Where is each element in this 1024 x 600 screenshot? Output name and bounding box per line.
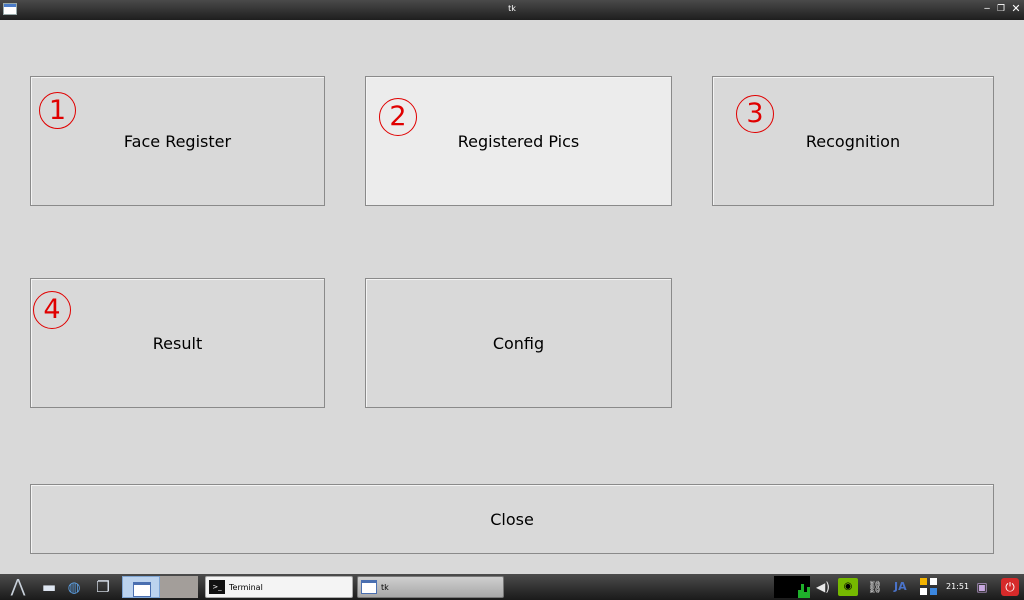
folder-icon[interactable]: ▬ (38, 577, 60, 597)
browser-icon[interactable]: ◍ (63, 577, 85, 597)
menu-icon[interactable]: ⋀ (4, 577, 32, 597)
nvidia-icon[interactable]: ◉ (838, 578, 858, 596)
desktop-2-button[interactable] (160, 576, 198, 598)
window-title: tk (508, 4, 516, 13)
close-window-button[interactable]: ✕ (1009, 2, 1023, 16)
lock-icon[interactable]: ▣ (972, 577, 992, 597)
annotation-mark-4: 4 (33, 291, 71, 329)
annotation-mark-1: 1 (39, 92, 76, 129)
window-title-bar[interactable]: tk ‒ ❐ ✕ (0, 0, 1024, 20)
close-button[interactable]: Close (30, 484, 994, 554)
grid-icon[interactable] (918, 577, 940, 597)
ime-indicator[interactable]: JA (894, 578, 907, 596)
result-button[interactable]: Result (30, 278, 325, 408)
cpu-graph (774, 576, 810, 598)
taskbar: ⋀ ▬ ◍ ❐ >_ Terminal tk ◀) ◉ ⛓ JA 21:51 ▣… (0, 574, 1024, 600)
terminal-icon: >_ (209, 580, 225, 594)
desktop-1-button[interactable] (122, 576, 160, 598)
annotation-mark-2: 2 (379, 98, 417, 136)
registered-pics-button[interactable]: Registered Pics (365, 76, 672, 206)
config-button[interactable]: Config (365, 278, 672, 408)
taskbar-item-terminal[interactable]: >_ Terminal (205, 576, 353, 598)
annotation-mark-3: 3 (736, 95, 774, 133)
windows-icon[interactable]: ❐ (92, 577, 114, 597)
main-panel: Face Register Registered Pics Recognitio… (0, 20, 1024, 574)
network-icon[interactable]: ⛓ (864, 577, 886, 597)
window-icon (361, 580, 377, 594)
minimize-button[interactable]: ‒ (980, 2, 994, 16)
volume-icon[interactable]: ◀) (814, 577, 832, 597)
taskbar-item-label: tk (381, 582, 389, 592)
taskbar-item-label: Terminal (229, 582, 263, 592)
power-icon[interactable]: ⏻ (1001, 578, 1019, 596)
taskbar-item-tk[interactable]: tk (357, 576, 504, 598)
restore-button[interactable]: ❐ (994, 2, 1008, 16)
face-register-button[interactable]: Face Register (30, 76, 325, 206)
clock[interactable]: 21:51 (946, 578, 969, 596)
